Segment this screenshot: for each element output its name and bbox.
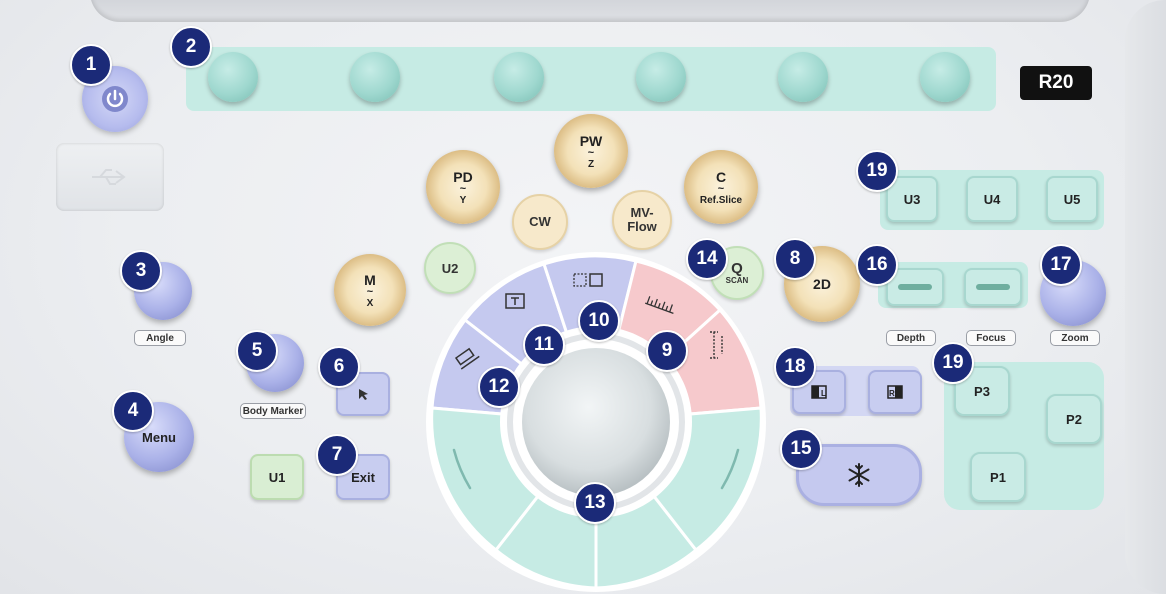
power-icon	[102, 86, 128, 112]
c-sub-label: Ref.Slice	[699, 194, 743, 206]
focus-rocker[interactable]	[964, 268, 1022, 306]
callout-15: 15	[780, 428, 822, 470]
top-knob-2[interactable]	[350, 52, 400, 102]
m-sub-label: X	[366, 297, 374, 309]
callout-19-bottom: 19	[932, 342, 974, 384]
callout-3: 3	[120, 250, 162, 292]
pd-sub-label: Y	[459, 194, 467, 206]
c-knob[interactable]: C ~ Ref.Slice	[684, 150, 758, 224]
p1-button[interactable]: P1	[970, 452, 1026, 502]
exit-label: Exit	[351, 469, 375, 485]
callout-11: 11	[523, 324, 565, 366]
cw-label: CW	[529, 214, 551, 229]
focus-label: Focus	[966, 330, 1016, 346]
callout-2: 2	[170, 26, 212, 68]
u4-button[interactable]: U4	[966, 176, 1018, 222]
m-mode-knob[interactable]: M ~ X	[334, 254, 406, 326]
u1-label: U1	[268, 469, 286, 485]
callout-18: 18	[774, 346, 816, 388]
callout-8: 8	[774, 238, 816, 280]
l-view-icon: L	[811, 385, 827, 399]
right-wing	[1125, 0, 1166, 594]
p2-label: P2	[1066, 411, 1082, 427]
model-badge: R20	[1020, 66, 1092, 100]
svg-text:L: L	[821, 389, 826, 398]
usb-port	[56, 143, 164, 211]
c-tilde: ~	[717, 182, 725, 195]
p1-label: P1	[990, 469, 1006, 485]
ultrasound-control-panel: 1 2 R20 3 Angle Menu 4 5 Body Marker 6 U…	[0, 0, 1166, 594]
callout-5: 5	[236, 330, 278, 372]
svg-text:R: R	[889, 389, 895, 398]
mv-flow-label-line1: MV-	[630, 205, 654, 220]
pd-knob[interactable]: PD ~ Y	[426, 150, 500, 224]
usb-icon	[92, 169, 126, 185]
u4-label: U4	[983, 191, 1001, 207]
depth-rocker-bar	[898, 284, 932, 290]
angle-label: Angle	[134, 330, 186, 346]
mv-flow-label-line2: Flow	[627, 219, 657, 234]
top-knob-3[interactable]	[494, 52, 544, 102]
cw-button[interactable]: CW	[512, 194, 568, 250]
m-tilde: ~	[366, 285, 374, 298]
callout-12: 12	[478, 366, 520, 408]
right-view-button[interactable]: R	[868, 370, 922, 414]
callout-10: 10	[578, 300, 620, 342]
u5-label: U5	[1063, 191, 1081, 207]
focus-rocker-bar	[976, 284, 1010, 290]
callout-16: 16	[856, 244, 898, 286]
callout-1: 1	[70, 44, 112, 86]
pw-sub-label: Z	[587, 158, 595, 170]
callout-19-top: 19	[856, 150, 898, 192]
top-knob-1[interactable]	[208, 52, 258, 102]
callout-14: 14	[686, 238, 728, 280]
mv-flow-button[interactable]: MV- Flow	[612, 190, 672, 250]
top-knob-4[interactable]	[636, 52, 686, 102]
snowflake-icon	[848, 463, 870, 487]
callout-6: 6	[318, 346, 360, 388]
top-knob-strip	[186, 47, 996, 111]
cursor-arrow-icon	[359, 389, 368, 400]
depth-label: Depth	[886, 330, 936, 346]
callout-4: 4	[112, 390, 154, 432]
r-view-icon: R	[887, 385, 903, 399]
2d-label: 2D	[813, 276, 831, 292]
u5-button[interactable]: U5	[1046, 176, 1098, 222]
top-knob-6[interactable]	[920, 52, 970, 102]
p3-label: P3	[974, 383, 990, 399]
callout-9: 9	[646, 330, 688, 372]
zoom-label: Zoom	[1050, 330, 1100, 346]
pd-tilde: ~	[459, 182, 467, 195]
callout-17: 17	[1040, 244, 1082, 286]
pw-tilde: ~	[587, 146, 595, 159]
u3-label: U3	[903, 191, 921, 207]
p2-button[interactable]: P2	[1046, 394, 1102, 444]
trackball[interactable]	[522, 348, 670, 496]
top-knob-5[interactable]	[778, 52, 828, 102]
top-bezel	[90, 0, 1090, 22]
pw-knob[interactable]: PW ~ Z	[554, 114, 628, 188]
body-marker-label: Body Marker	[240, 403, 306, 419]
u1-button[interactable]: U1	[250, 454, 304, 500]
callout-13: 13	[574, 482, 616, 524]
callout-7: 7	[316, 434, 358, 476]
menu-label: Menu	[142, 429, 176, 445]
